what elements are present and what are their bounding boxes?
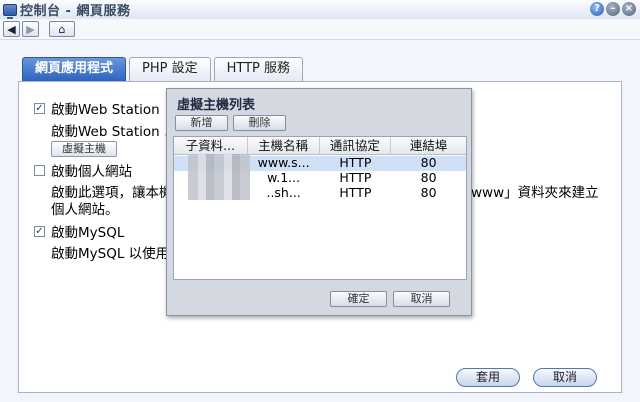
- mysql-checkbox[interactable]: ✓: [34, 225, 45, 237]
- cell-hostname: ..sh...: [266, 186, 301, 200]
- column-hostname[interactable]: 主機名稱: [248, 137, 320, 155]
- cancel-button[interactable]: 取消: [533, 368, 597, 387]
- cell-hostname: w.1...: [267, 171, 301, 185]
- web-station-option: ✓ 啟動Web Station: [34, 98, 160, 118]
- cell-protocol: HTTP: [339, 156, 372, 170]
- home-icon[interactable]: ⌂: [49, 21, 75, 37]
- dialog-cancel-button[interactable]: 取消: [393, 291, 450, 307]
- mysql-description: 啟動MySQL 以使用l: [51, 246, 173, 262]
- tab-php-settings[interactable]: PHP 設定: [129, 57, 211, 81]
- personal-site-checkbox[interactable]: [34, 164, 45, 176]
- virtual-host-dialog: 虛擬主機列表 新增 刪除 子資料... 主機名稱 通訊協定 連結埠 www.s.…: [166, 88, 472, 316]
- personal-site-description-line2: 個人網站。: [51, 202, 119, 218]
- close-icon[interactable]: ×: [622, 2, 636, 16]
- tab-bar: 網頁應用程式 PHP 設定 HTTP 服務: [22, 57, 304, 81]
- back-arrow-icon[interactable]: ◀: [3, 21, 20, 37]
- column-folder[interactable]: 子資料...: [174, 137, 248, 155]
- personal-site-option: 啟動個人網站: [34, 160, 132, 180]
- navigation-toolbar: ◀ ▶ ⌂: [0, 19, 640, 40]
- cell-port: 80: [420, 171, 437, 185]
- cell-port: 80: [420, 186, 437, 200]
- forward-arrow-icon[interactable]: ▶: [22, 21, 39, 37]
- personal-site-label: 啟動個人網站: [51, 164, 132, 180]
- mysql-label: 啟動MySQL: [51, 225, 125, 241]
- personal-site-description-right: www」資料夾來建立: [471, 185, 599, 201]
- apply-button[interactable]: 套用: [456, 368, 520, 387]
- virtual-host-button[interactable]: 虛擬主機: [51, 141, 117, 157]
- cell-hostname: www.s...: [257, 156, 310, 170]
- control-panel-icon: [3, 3, 17, 19]
- mysql-option: ✓ 啟動MySQL: [34, 221, 124, 241]
- web-station-description: 啟動Web Station 以: [51, 124, 178, 140]
- window-controls: ? – ×: [590, 2, 636, 16]
- web-station-checkbox[interactable]: ✓: [34, 102, 45, 114]
- web-station-label: 啟動Web Station: [51, 102, 160, 118]
- cell-protocol: HTTP: [339, 171, 372, 185]
- title-bar: 控制台 - 網頁服務 ? – ×: [0, 0, 640, 19]
- redacted-region: [188, 154, 250, 200]
- delete-button[interactable]: 刪除: [233, 115, 286, 131]
- ok-button[interactable]: 確定: [330, 291, 387, 307]
- table-header: 子資料... 主機名稱 通訊協定 連結埠: [174, 137, 466, 155]
- column-port[interactable]: 連結埠: [391, 137, 466, 155]
- column-protocol[interactable]: 通訊協定: [320, 137, 392, 155]
- tab-web-applications[interactable]: 網頁應用程式: [22, 57, 127, 81]
- virtual-host-table: 子資料... 主機名稱 通訊協定 連結埠 www.s... HTTP 80 w.…: [173, 136, 467, 280]
- cell-port: 80: [420, 156, 437, 170]
- window-title: 控制台 - 網頁服務: [20, 4, 131, 19]
- tab-http-service[interactable]: HTTP 服務: [213, 57, 304, 81]
- add-button[interactable]: 新增: [175, 115, 228, 131]
- help-icon[interactable]: ?: [590, 2, 604, 16]
- dialog-title: 虛擬主機列表: [177, 98, 256, 113]
- minimize-icon[interactable]: –: [606, 2, 620, 16]
- cell-protocol: HTTP: [339, 186, 372, 200]
